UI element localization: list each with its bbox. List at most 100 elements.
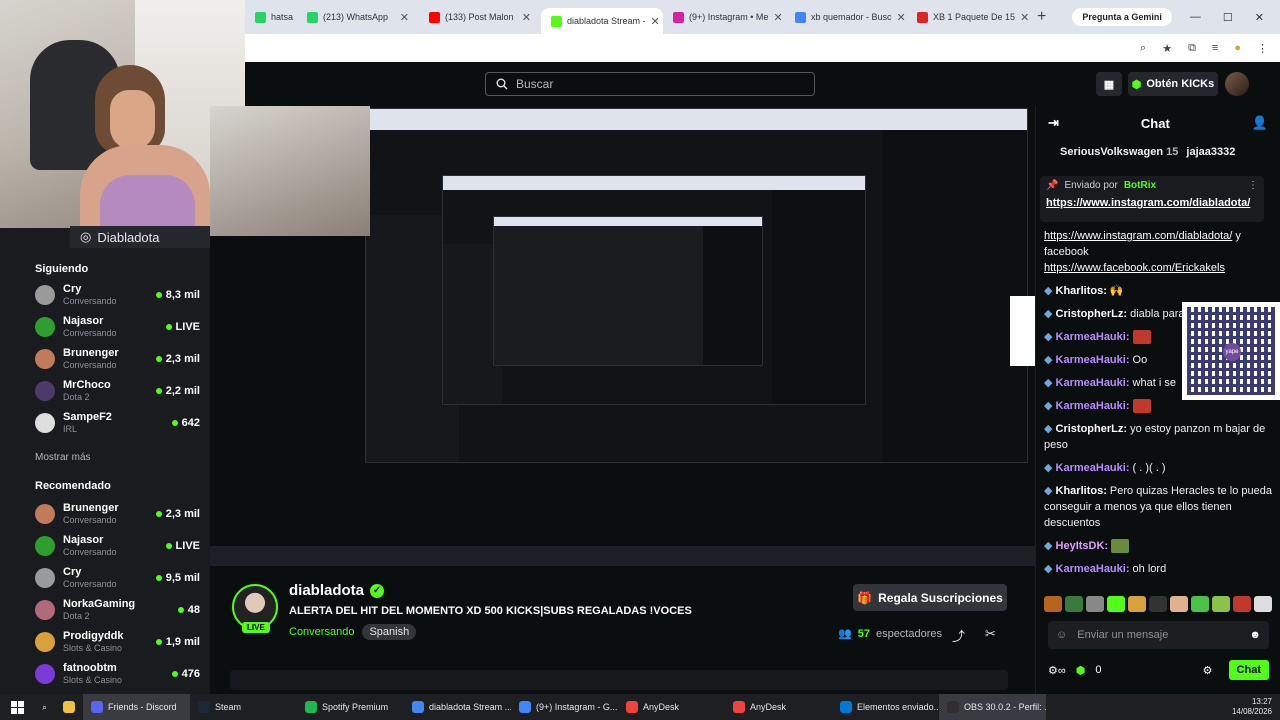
share-icon[interactable]: ⤴ bbox=[952, 626, 965, 645]
tab-close-icon[interactable]: ✕ bbox=[897, 11, 906, 24]
user-avatar[interactable] bbox=[1225, 72, 1249, 96]
browser-tab[interactable]: xb quemador - Busc ✕ bbox=[785, 4, 907, 30]
browser-menu-icon[interactable]: ⋮ bbox=[1257, 42, 1268, 55]
chat-link[interactable]: https://www.instagram.com/diabladota/ bbox=[1044, 230, 1232, 242]
taskbar-app[interactable]: OBS 30.0.2 - Perfil: ... bbox=[939, 694, 1047, 720]
taskbar-app[interactable]: Friends - Discord bbox=[83, 694, 191, 720]
chat-username[interactable]: Kharlitos: bbox=[1056, 485, 1107, 497]
chat-input[interactable]: ☺ Enviar un mensaje ☻ bbox=[1048, 621, 1269, 649]
emote-icon[interactable] bbox=[1170, 596, 1188, 612]
chat-username[interactable]: Kharlitos: bbox=[1056, 285, 1107, 297]
sidebar-channel-cry[interactable]: Cry Conversando 8,3 mil bbox=[35, 281, 200, 309]
sidebar-channel-mrchoco[interactable]: MrChoco Dota 2 2,2 mil bbox=[35, 377, 200, 405]
emote-icon[interactable] bbox=[1149, 596, 1167, 612]
extension-badge-icon[interactable]: ● bbox=[1234, 42, 1241, 54]
windows-start-icon[interactable] bbox=[0, 700, 34, 714]
sidebar-channel-sampef2[interactable]: SampeF2 IRL 642 bbox=[35, 409, 200, 437]
tab-close-icon[interactable]: ✕ bbox=[522, 11, 531, 24]
emote-icon[interactable] bbox=[1065, 596, 1083, 612]
sidebar-channel-brunenger[interactable]: Brunenger Conversando 2,3 mil bbox=[35, 345, 200, 373]
reading-list-icon[interactable]: ≡ bbox=[1212, 42, 1218, 54]
emote-icon[interactable] bbox=[1128, 596, 1146, 612]
sidebar-channel-najasor[interactable]: Najasor Conversando LIVE bbox=[35, 532, 200, 560]
chat-username[interactable]: HeyItsDK: bbox=[1056, 540, 1109, 552]
taskbar-app[interactable]: Steam bbox=[190, 694, 297, 720]
taskbar-app[interactable]: (9+) Instagram - G... bbox=[511, 694, 618, 720]
emoji-icon[interactable]: ☻ bbox=[1249, 629, 1261, 641]
close-icon[interactable]: ✕ bbox=[1255, 11, 1264, 24]
chat-username[interactable]: KarmeaHauki: bbox=[1056, 400, 1130, 412]
bookmark-star-icon[interactable]: ★ bbox=[1162, 42, 1172, 55]
chat-username[interactable]: CristopherLz: bbox=[1056, 308, 1128, 320]
collapse-chat-icon[interactable]: ⇥ bbox=[1048, 115, 1059, 131]
channel-text: Najasor Conversando bbox=[63, 534, 166, 558]
chat-emote-picker-icon[interactable]: ☺ bbox=[1056, 629, 1067, 641]
browser-tab[interactable]: XB 1 Paquete De 15 ✕ bbox=[907, 4, 1029, 30]
emote-icon[interactable] bbox=[1044, 596, 1062, 612]
chat-username[interactable]: KarmeaHauki: bbox=[1056, 354, 1130, 366]
stream-category[interactable]: Conversando bbox=[289, 626, 354, 638]
chat-username[interactable]: KarmeaHauki: bbox=[1056, 563, 1130, 575]
sidebar-channel-najasor[interactable]: Najasor Conversando LIVE bbox=[35, 313, 200, 341]
tab-close-icon[interactable]: ✕ bbox=[400, 11, 409, 24]
chat-message: ◆ KarmeaHauki: bbox=[1044, 398, 1274, 414]
language-tag[interactable]: Spanish bbox=[362, 624, 417, 640]
new-tab-button[interactable]: + bbox=[1029, 8, 1054, 26]
emote-icon[interactable] bbox=[1086, 596, 1104, 612]
get-kicks-button[interactable]: ⬢ Obtén KICKs bbox=[1128, 72, 1218, 96]
taskbar-clock[interactable]: 13:27 14/08/2026 bbox=[1232, 697, 1280, 717]
pinned-more-icon[interactable]: ⋮ bbox=[1248, 180, 1258, 191]
sidebar-channel-norkagaming[interactable]: NorkaGaming Dota 2 48 bbox=[35, 596, 200, 624]
send-chat-button[interactable]: Chat bbox=[1228, 660, 1269, 680]
sidebar-channel-fatnoobtm[interactable]: fatnoobtm Slots & Casino 476 bbox=[35, 660, 200, 688]
gear-icon[interactable]: ⚙ bbox=[1203, 664, 1213, 677]
emote-icon[interactable] bbox=[1233, 596, 1251, 612]
pinned-user[interactable]: BotRix bbox=[1124, 180, 1156, 191]
chat-settings-shortcut-icon[interactable]: ⚙∞ bbox=[1048, 664, 1066, 677]
pinned-header: 📌 Enviado por BotRix ⋮ bbox=[1046, 180, 1258, 191]
chat-users-icon[interactable]: 👤 bbox=[1252, 115, 1268, 131]
chat-username[interactable]: KarmeaHauki: bbox=[1056, 331, 1130, 343]
show-more-link[interactable]: Mostrar más bbox=[35, 452, 91, 463]
clip-icon[interactable]: ✂ bbox=[985, 626, 996, 642]
streamer-name[interactable]: diabladota bbox=[289, 582, 364, 599]
tab-close-icon[interactable]: ✕ bbox=[773, 11, 782, 24]
chat-username[interactable]: CristopherLz: bbox=[1056, 423, 1128, 435]
taskbar-app[interactable]: AnyDesk bbox=[725, 694, 832, 720]
chat-link[interactable]: https://www.facebook.com/Erickakels bbox=[1044, 262, 1225, 274]
sidebar-channel-cry[interactable]: Cry Conversando 9,5 mil bbox=[35, 564, 200, 592]
tab-close-icon[interactable]: ✕ bbox=[1020, 11, 1029, 24]
gift-subs-button[interactable]: 🎁 Regala Suscripciones bbox=[853, 584, 1007, 611]
browser-tab[interactable]: (213) WhatsApp ✕ bbox=[297, 4, 419, 30]
verified-icon: ✓ bbox=[370, 583, 385, 598]
taskbar-app[interactable]: AnyDesk bbox=[618, 694, 725, 720]
taskbar-search-icon[interactable]: ⌕ bbox=[34, 694, 55, 720]
taskbar-app[interactable]: diabladota Stream ... bbox=[404, 694, 511, 720]
library-button[interactable]: ▦ bbox=[1096, 72, 1122, 96]
video-player[interactable] bbox=[210, 106, 1035, 566]
emote-icon[interactable] bbox=[1212, 596, 1230, 612]
file-explorer-icon[interactable] bbox=[55, 694, 83, 720]
browser-tab[interactable]: diabladota Stream - ✕ bbox=[541, 8, 663, 34]
extensions-icon[interactable]: ⧉ bbox=[1188, 42, 1196, 55]
taskbar-app[interactable]: Elementos enviado... bbox=[832, 694, 939, 720]
zoom-icon[interactable]: ⌕ bbox=[1140, 42, 1146, 55]
sidebar-channel-brunenger[interactable]: Brunenger Conversando 2,3 mil bbox=[35, 500, 200, 528]
search-input[interactable]: Buscar bbox=[485, 72, 815, 96]
browser-tab[interactable]: (133) Post Malon ✕ bbox=[419, 4, 541, 30]
browser-tab[interactable]: hatsa✕ bbox=[245, 4, 297, 30]
minimize-icon[interactable]: — bbox=[1190, 11, 1201, 24]
maximize-icon[interactable]: ☐ bbox=[1223, 11, 1233, 24]
gemini-button[interactable]: Pregunta a Gemini bbox=[1072, 8, 1172, 26]
taskbar-app[interactable]: Spotify Premium bbox=[297, 694, 404, 720]
emote-icon[interactable] bbox=[1254, 596, 1272, 612]
pinned-link[interactable]: https://www.instagram.com/diabladota/ bbox=[1046, 197, 1258, 209]
chat-username[interactable]: KarmeaHauki: bbox=[1056, 462, 1130, 474]
emote-icon[interactable] bbox=[1107, 596, 1125, 612]
browser-tab[interactable]: (9+) Instagram • Me ✕ bbox=[663, 4, 785, 30]
sidebar-channel-prodigyddk[interactable]: Prodigyddk Slots & Casino 1,9 mil bbox=[35, 628, 200, 656]
tab-close-icon[interactable]: ✕ bbox=[651, 15, 660, 28]
emote-icon[interactable] bbox=[1191, 596, 1209, 612]
live-dot-icon bbox=[155, 639, 162, 645]
chat-username[interactable]: KarmeaHauki: bbox=[1056, 377, 1130, 389]
